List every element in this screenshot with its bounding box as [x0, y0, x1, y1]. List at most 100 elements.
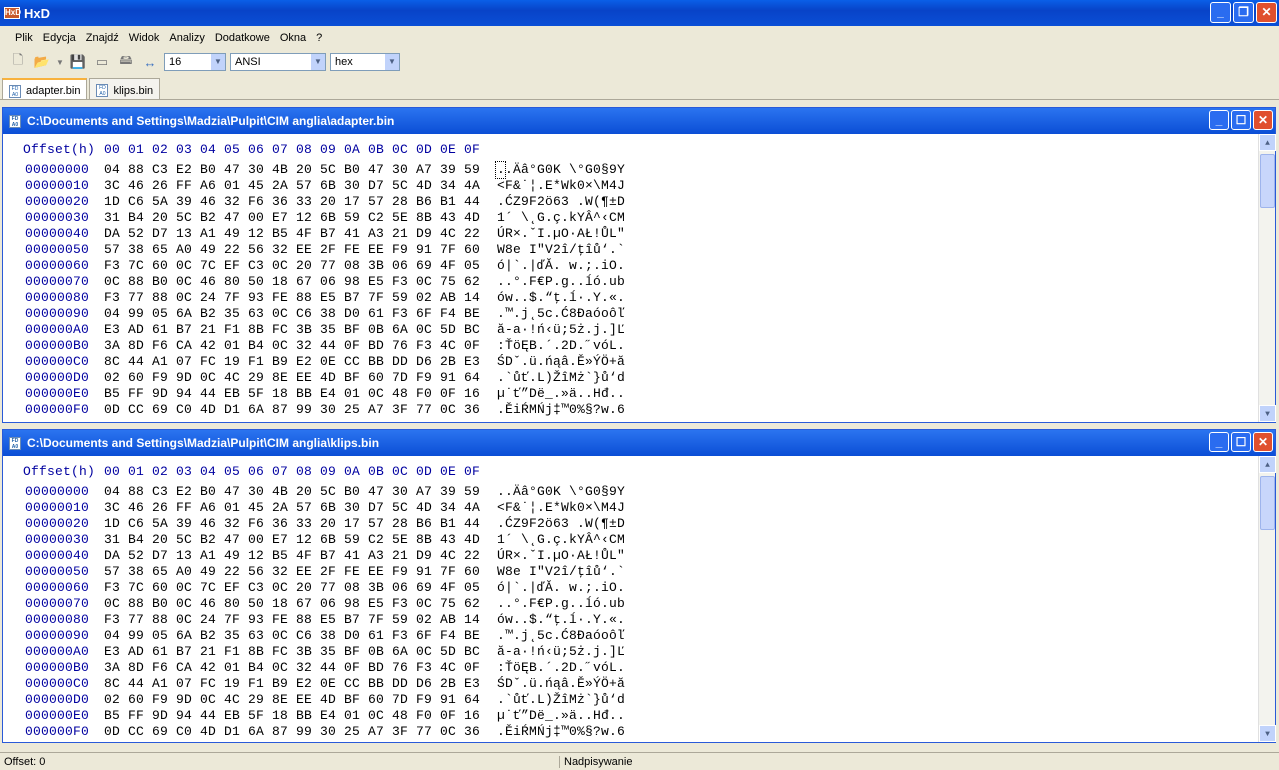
- tab-adapter-bin[interactable]: FD A0 adapter.bin: [2, 78, 88, 99]
- offset-base-select[interactable]: hex ▼: [330, 53, 400, 71]
- row-text[interactable]: ă-a·!ń‹ü;5ż.j.]Ľ: [497, 644, 625, 660]
- row-hex[interactable]: F3 7C 60 0C 7C EF C3 0C 20 77 08 3B 06 6…: [104, 580, 480, 596]
- restore-button[interactable]: ❐: [1233, 2, 1254, 23]
- row-hex[interactable]: 8C 44 A1 07 FC 19 F1 B9 E2 0E CC BB DD D…: [104, 676, 480, 692]
- row-text[interactable]: .ĆZ9F2ö63 .W(¶±D: [497, 516, 625, 532]
- row-text[interactable]: :ŤöĘB.´.2D.˝vóL.: [497, 660, 625, 676]
- minimize-button[interactable]: _: [1210, 2, 1231, 23]
- row-text[interactable]: :ŤöĘB.´.2D.˝vóL.: [497, 338, 625, 354]
- row-text[interactable]: W8e I"V2î/ţîů‘.`: [497, 564, 625, 580]
- row-hex[interactable]: F3 77 88 0C 24 7F 93 FE 88 E5 B7 7F 59 0…: [104, 290, 480, 306]
- row-hex[interactable]: 3C 46 26 FF A6 01 45 2A 57 6B 30 D7 5C 4…: [104, 178, 480, 194]
- pane-close-button[interactable]: ✕: [1253, 432, 1273, 452]
- row-text[interactable]: ..Äâ°G0K \°G0§9Y: [497, 484, 625, 500]
- row-text[interactable]: ó|`.|ďĂ. w.;.iO.: [497, 258, 625, 274]
- row-text[interactable]: .ĆZ9F2ö63 .W(¶±D: [497, 194, 625, 210]
- row-text[interactable]: ŚDˇ.ü.ńąâ.Ě»ÝÖ+ă: [497, 354, 625, 370]
- open-dropdown-icon[interactable]: ▼: [56, 52, 64, 72]
- row-text[interactable]: ów..$.“ţ.ĺ·.Y.«.: [497, 290, 625, 306]
- row-text[interactable]: .™.j˛5c.Ć8Đaóoôľ: [497, 628, 625, 644]
- open-disk-icon[interactable]: 🖴: [116, 52, 136, 72]
- scroll-up-icon[interactable]: ▲: [1259, 456, 1276, 473]
- open-ram-icon[interactable]: ▭: [92, 52, 112, 72]
- row-hex[interactable]: E3 AD 61 B7 21 F1 8B FC 3B 35 BF 0B 6A 0…: [104, 644, 480, 660]
- row-hex[interactable]: 04 99 05 6A B2 35 63 0C C6 38 D0 61 F3 6…: [104, 628, 480, 644]
- scroll-thumb[interactable]: [1260, 154, 1275, 208]
- row-hex[interactable]: 04 88 C3 E2 B0 47 30 4B 20 5C B0 47 30 A…: [104, 162, 480, 178]
- scroll-down-icon[interactable]: ▼: [1259, 725, 1276, 742]
- open-folder-icon[interactable]: 📂: [32, 52, 52, 72]
- menu-plik[interactable]: Plik: [10, 32, 38, 44]
- vertical-scrollbar[interactable]: ▲ ▼: [1258, 134, 1276, 422]
- row-text[interactable]: <F&˙¦.E*Wk0×\M4J: [497, 500, 625, 516]
- row-text[interactable]: W8e I"V2î/ţîů‘.`: [497, 242, 625, 258]
- row-hex[interactable]: 04 99 05 6A B2 35 63 0C C6 38 D0 61 F3 6…: [104, 306, 480, 322]
- row-text[interactable]: ..°.F€P.g..ĺó.ub: [497, 596, 625, 612]
- save-icon[interactable]: 💾: [68, 52, 88, 72]
- pane-minimize-button[interactable]: _: [1209, 110, 1229, 130]
- row-hex[interactable]: 0C 88 B0 0C 46 80 50 18 67 06 98 E5 F3 0…: [104, 596, 480, 612]
- pane-maximize-button[interactable]: ☐: [1231, 110, 1251, 130]
- row-text[interactable]: .`ůť.L)ŽîMż`}ů‘d: [497, 370, 625, 386]
- pane-minimize-button[interactable]: _: [1209, 432, 1229, 452]
- scroll-up-icon[interactable]: ▲: [1259, 134, 1276, 151]
- menu-znajdz[interactable]: Znajdź: [81, 32, 124, 44]
- row-hex[interactable]: DA 52 D7 13 A1 49 12 B5 4F B7 41 A3 21 D…: [104, 226, 480, 242]
- bytes-per-row-select[interactable]: 16 ▼: [164, 53, 226, 71]
- row-text[interactable]: ŚDˇ.ü.ńąâ.Ě»ÝÖ+ă: [497, 676, 625, 692]
- row-text[interactable]: µ˙ť”Dë_.»ä..Hđ..: [497, 708, 625, 724]
- menu-widok[interactable]: Widok: [124, 32, 165, 44]
- row-text[interactable]: ă-a·!ń‹ü;5ż.j.]Ľ: [497, 322, 625, 338]
- row-text[interactable]: ów..$.“ţ.ĺ·.Y.«.: [497, 612, 625, 628]
- hex-view[interactable]: Offset(h) 00 01 02 03 04 05 06 07 08 09 0A 0B 0C 0D 0E 0…: [3, 456, 1276, 742]
- row-text[interactable]: 1´ \˛G.ç.kYÂ^‹CM: [497, 532, 625, 548]
- row-hex[interactable]: 57 38 65 A0 49 22 56 32 EE 2F FE EE F9 9…: [104, 242, 480, 258]
- row-text[interactable]: <F&˙¦.E*Wk0×\M4J: [497, 178, 625, 194]
- charset-select[interactable]: ANSI ▼: [230, 53, 326, 71]
- menu-dodatkowe[interactable]: Dodatkowe: [210, 32, 275, 44]
- row-hex[interactable]: B5 FF 9D 94 44 EB 5F 18 BB E4 01 0C 48 F…: [104, 386, 480, 402]
- row-hex[interactable]: 8C 44 A1 07 FC 19 F1 B9 E2 0E CC BB DD D…: [104, 354, 480, 370]
- tab-klips-bin[interactable]: FD A0 klips.bin: [89, 78, 161, 99]
- row-text[interactable]: .ĚiŔMŃj‡™0%§?w.6: [497, 724, 625, 740]
- row-hex[interactable]: 02 60 F9 9D 0C 4C 29 8E EE 4D BF 60 7D F…: [104, 692, 480, 708]
- row-hex[interactable]: 1D C6 5A 39 46 32 F6 36 33 20 17 57 28 B…: [104, 516, 480, 532]
- row-hex[interactable]: E3 AD 61 B7 21 F1 8B FC 3B 35 BF 0B 6A 0…: [104, 322, 480, 338]
- row-hex[interactable]: 3A 8D F6 CA 42 01 B4 0C 32 44 0F BD 76 F…: [104, 660, 480, 676]
- row-hex[interactable]: DA 52 D7 13 A1 49 12 B5 4F B7 41 A3 21 D…: [104, 548, 480, 564]
- row-hex[interactable]: 1D C6 5A 39 46 32 F6 36 33 20 17 57 28 B…: [104, 194, 480, 210]
- row-text[interactable]: .™.j˛5c.Ć8Đaóoôľ: [497, 306, 625, 322]
- row-hex[interactable]: 0D CC 69 C0 4D D1 6A 87 99 30 25 A7 3F 7…: [104, 724, 480, 740]
- menu-help[interactable]: ?: [311, 32, 327, 44]
- scroll-thumb[interactable]: [1260, 476, 1275, 530]
- row-text[interactable]: ÚR×.ˇI.µO·AŁ!ŮL": [497, 226, 625, 242]
- row-hex[interactable]: 57 38 65 A0 49 22 56 32 EE 2F FE EE F9 9…: [104, 564, 480, 580]
- pane-maximize-button[interactable]: ☐: [1231, 432, 1251, 452]
- menu-okna[interactable]: Okna: [275, 32, 311, 44]
- row-text[interactable]: .ĚiŔMŃj‡™0%§?w.6: [497, 402, 625, 418]
- row-hex[interactable]: 3A 8D F6 CA 42 01 B4 0C 32 44 0F BD 76 F…: [104, 338, 480, 354]
- row-hex[interactable]: 31 B4 20 5C B2 47 00 E7 12 6B 59 C2 5E 8…: [104, 532, 480, 548]
- row-text[interactable]: ..Äâ°G0K \°G0§9Y: [497, 162, 625, 178]
- row-hex[interactable]: 31 B4 20 5C B2 47 00 E7 12 6B 59 C2 5E 8…: [104, 210, 480, 226]
- new-file-icon[interactable]: 🗋: [8, 52, 28, 72]
- row-text[interactable]: .`ůť.L)ŽîMż`}ů‘d: [497, 692, 625, 708]
- close-button[interactable]: ✕: [1256, 2, 1277, 23]
- row-text[interactable]: ..°.F€P.g..ĺó.ub: [497, 274, 625, 290]
- scroll-down-icon[interactable]: ▼: [1259, 405, 1276, 422]
- menu-edycja[interactable]: Edycja: [38, 32, 81, 44]
- row-hex[interactable]: B5 FF 9D 94 44 EB 5F 18 BB E4 01 0C 48 F…: [104, 708, 480, 724]
- row-text[interactable]: ó|`.|ďĂ. w.;.iO.: [497, 580, 625, 596]
- row-hex[interactable]: 0C 88 B0 0C 46 80 50 18 67 06 98 E5 F3 0…: [104, 274, 480, 290]
- hex-view[interactable]: Offset(h) 00 01 02 03 04 05 06 07 08 09 0A 0B 0C 0D 0E 0…: [3, 134, 1276, 422]
- row-hex[interactable]: 02 60 F9 9D 0C 4C 29 8E EE 4D BF 60 7D F…: [104, 370, 480, 386]
- row-text[interactable]: ÚR×.ˇI.µO·AŁ!ŮL": [497, 548, 625, 564]
- menu-analizy[interactable]: Analizy: [164, 32, 209, 44]
- row-hex[interactable]: 04 88 C3 E2 B0 47 30 4B 20 5C B0 47 30 A…: [104, 484, 480, 500]
- row-text[interactable]: µ˙ť”Dë_.»ä..Hđ..: [497, 386, 625, 402]
- row-hex[interactable]: 0D CC 69 C0 4D D1 6A 87 99 30 25 A7 3F 7…: [104, 402, 480, 418]
- pane-close-button[interactable]: ✕: [1253, 110, 1273, 130]
- row-text[interactable]: 1´ \˛G.ç.kYÂ^‹CM: [497, 210, 625, 226]
- vertical-scrollbar[interactable]: ▲ ▼: [1258, 456, 1276, 742]
- row-hex[interactable]: F3 7C 60 0C 7C EF C3 0C 20 77 08 3B 06 6…: [104, 258, 480, 274]
